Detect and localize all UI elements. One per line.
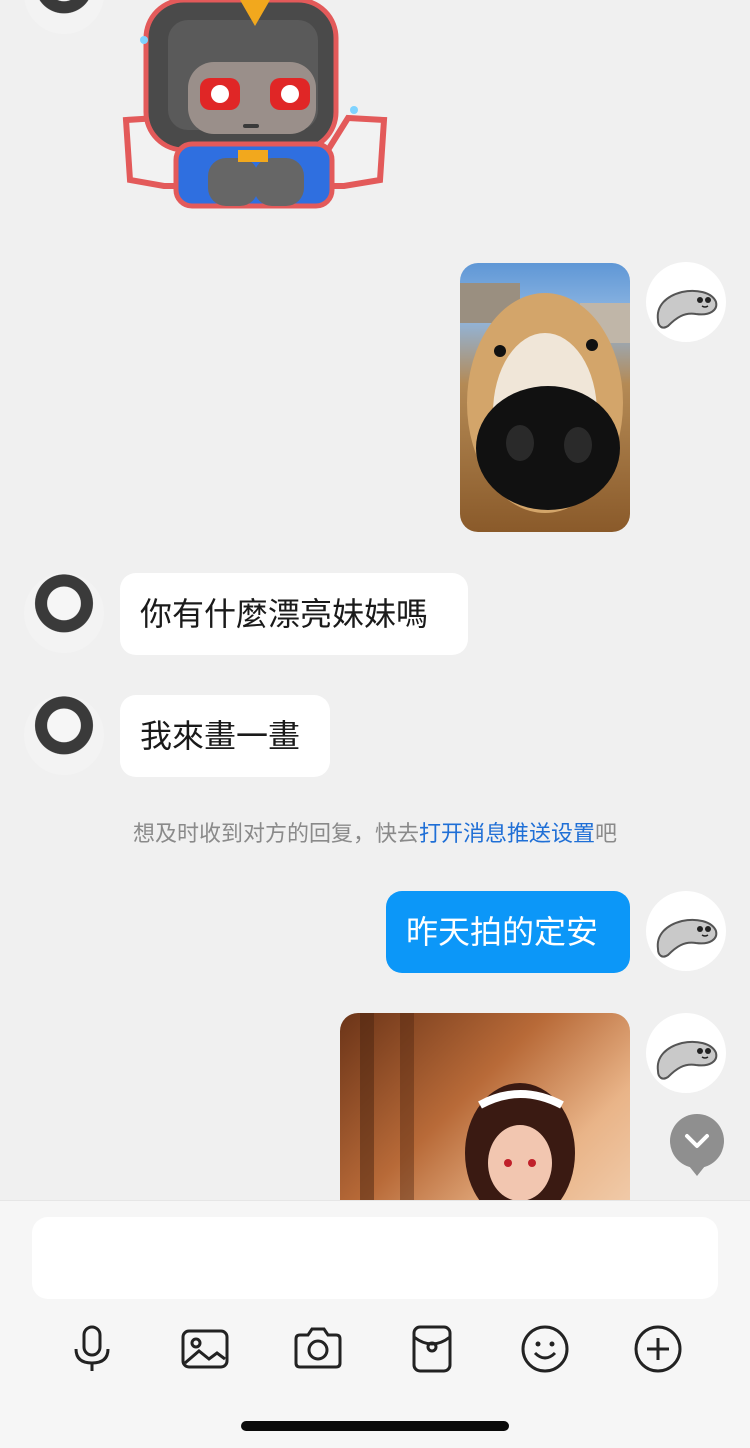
contact-avatar[interactable] xyxy=(24,0,104,34)
message-text: 昨天拍的定安 xyxy=(406,913,599,951)
scroll-to-bottom-button[interactable] xyxy=(670,1114,724,1176)
figure-photo[interactable] xyxy=(340,1013,630,1200)
image-icon xyxy=(181,1329,229,1369)
message-text: 我來畫一畫 xyxy=(140,717,301,755)
contact-avatar[interactable] xyxy=(24,573,104,653)
more-button[interactable] xyxy=(628,1319,688,1379)
chevron-down-icon xyxy=(685,1134,709,1148)
message-bubble-incoming[interactable]: 你有什麼漂亮妹妹嗎 xyxy=(120,573,468,655)
camera-icon xyxy=(294,1327,342,1369)
emoji-icon xyxy=(521,1325,569,1373)
message-bubble-incoming[interactable]: 我來畫一畫 xyxy=(120,695,330,777)
composer-bar xyxy=(0,1200,750,1448)
message-text: 你有什麼漂亮妹妹嗎 xyxy=(140,595,429,633)
push-settings-notice: 想及时收到对方的回复，快去打开消息推送设置吧 xyxy=(0,818,750,852)
chat-area[interactable]: 你有什麼漂亮妹妹嗎 我來畫一畫 想及时收到对方的回复，快去打开消息推送设置吧 昨… xyxy=(0,0,750,1200)
user-avatar[interactable] xyxy=(646,1013,726,1093)
open-push-settings-link[interactable]: 打开消息推送设置 xyxy=(419,822,595,847)
contact-avatar[interactable] xyxy=(24,695,104,775)
emoji-button[interactable] xyxy=(515,1319,575,1379)
red-packet-icon xyxy=(412,1325,452,1373)
robot-sticker[interactable] xyxy=(118,0,390,216)
message-bubble-outgoing[interactable]: 昨天拍的定安 xyxy=(386,891,630,973)
photo-button[interactable] xyxy=(175,1319,235,1379)
notice-prefix: 想及时收到对方的回复，快去 xyxy=(132,822,419,847)
plus-icon xyxy=(634,1325,682,1373)
user-avatar[interactable] xyxy=(646,891,726,971)
user-avatar[interactable] xyxy=(646,262,726,342)
red-packet-button[interactable] xyxy=(402,1319,462,1379)
home-indicator[interactable] xyxy=(241,1421,509,1431)
camera-button[interactable] xyxy=(288,1319,348,1379)
dog-photo[interactable] xyxy=(460,263,630,532)
microphone-icon xyxy=(74,1325,110,1371)
voice-button[interactable] xyxy=(62,1319,122,1379)
message-input[interactable] xyxy=(32,1217,718,1299)
notice-suffix: 吧 xyxy=(595,822,618,847)
